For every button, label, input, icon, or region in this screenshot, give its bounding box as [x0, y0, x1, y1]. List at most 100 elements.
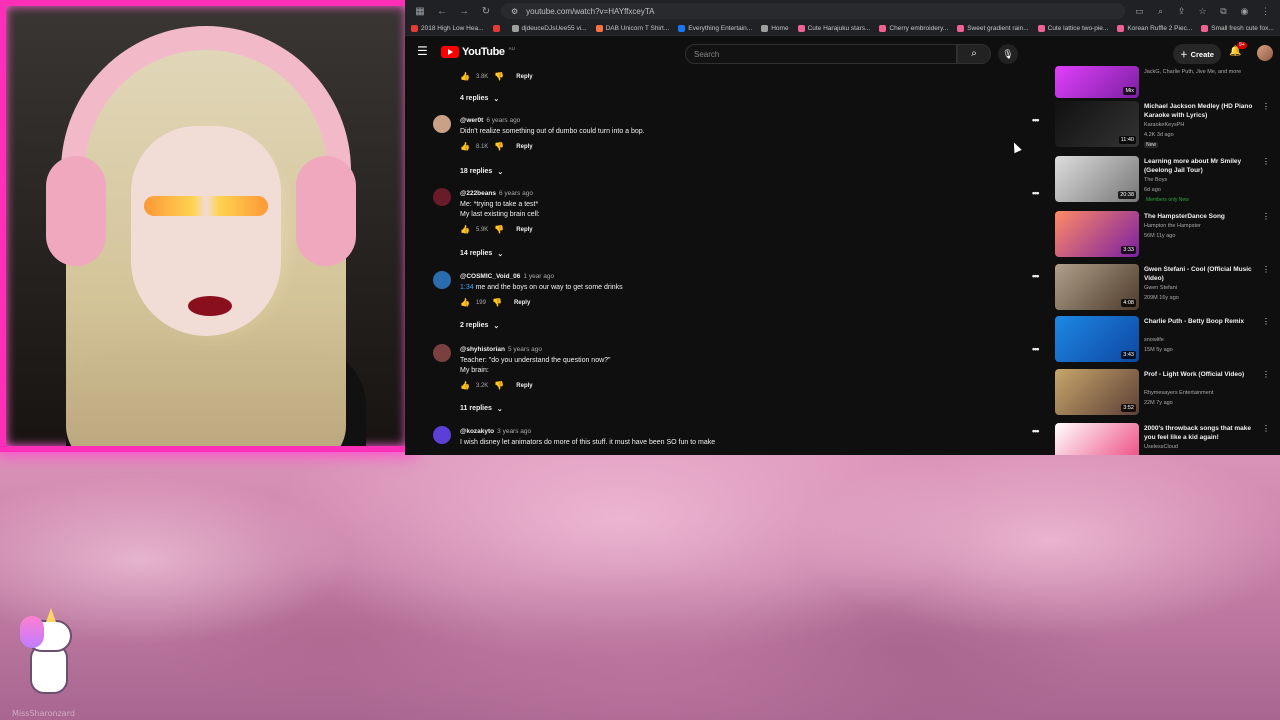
bookmark-item[interactable]: Korean Ruffle 2 Piec...: [1117, 25, 1192, 32]
extensions-icon[interactable]: ⧉: [1217, 6, 1230, 17]
browser-menu-icon[interactable]: ⋮: [1259, 6, 1272, 17]
comment-time[interactable]: 6 years ago: [486, 117, 520, 124]
thumbs-up-icon[interactable]: 👍: [460, 225, 470, 234]
bookmark-item[interactable]: Cute lattice two-pie...: [1037, 25, 1108, 32]
video-item[interactable]: 3:52 Prof - Light Work (Official Video) Rh…: [1055, 369, 1275, 417]
view-replies-button[interactable]: 18 replies ⌄: [460, 168, 503, 176]
video-more-icon[interactable]: ⋮: [1262, 265, 1270, 274]
comment-more-icon[interactable]: •••: [1032, 188, 1040, 198]
bookmark-item[interactable]: Sweet gradient rain...: [957, 25, 1029, 32]
reply-button[interactable]: Reply: [516, 74, 532, 80]
account-avatar[interactable]: [1257, 45, 1273, 61]
create-button[interactable]: ＋ Create: [1173, 44, 1221, 64]
comment-more-icon[interactable]: •••: [1032, 115, 1040, 125]
video-more-icon[interactable]: ⋮: [1262, 212, 1270, 221]
reply-button[interactable]: Reply: [516, 227, 532, 233]
comment-time[interactable]: 1 year ago: [523, 273, 554, 280]
bookmark-item[interactable]: djdeuceDJsUee55 vi...: [511, 25, 587, 32]
video-thumbnail[interactable]: [1055, 423, 1139, 455]
thumbs-down-icon[interactable]: 👎: [494, 381, 504, 390]
thumbs-up-icon[interactable]: 👍: [460, 298, 470, 307]
video-item[interactable]: 2000's throwback songs that make you fee…: [1055, 423, 1275, 455]
video-item[interactable]: 3:43 Charlie Puth - Betty Boop Remix snowl…: [1055, 316, 1275, 364]
video-thumbnail[interactable]: 3:52: [1055, 369, 1139, 415]
video-channel[interactable]: Hampton the Hampster: [1144, 223, 1201, 229]
video-thumbnail[interactable]: 20:38: [1055, 156, 1139, 202]
profile-icon[interactable]: ◉: [1238, 6, 1251, 17]
video-item[interactable]: 11:40 Michael Jackson Medley (HD Piano Ka…: [1055, 101, 1275, 149]
video-thumbnail[interactable]: 3:33: [1055, 211, 1139, 257]
reply-button[interactable]: Reply: [516, 383, 532, 389]
hamburger-menu-icon[interactable]: ☰: [417, 44, 428, 58]
bookmark-item[interactable]: Cherry embroidery...: [879, 25, 948, 32]
view-replies-button[interactable]: 14 replies ⌄: [460, 250, 503, 258]
video-title[interactable]: Michael Jackson Medley (HD Piano Karaoke…: [1144, 102, 1258, 120]
forward-icon[interactable]: →: [457, 6, 471, 17]
share-icon[interactable]: ⇪: [1175, 6, 1188, 17]
comment-time[interactable]: 6 years ago: [499, 190, 533, 197]
bookmark-item[interactable]: DAB Unicorn T Shirt...: [595, 25, 669, 32]
view-replies-button[interactable]: 4 replies ⌄: [460, 95, 499, 103]
video-thumbnail[interactable]: 4:08: [1055, 264, 1139, 310]
video-more-icon[interactable]: ⋮: [1262, 370, 1270, 379]
reply-button[interactable]: Reply: [514, 300, 530, 306]
bookmark-item[interactable]: 2018 High Low Hea...: [411, 25, 484, 32]
thumbs-up-icon[interactable]: 👍: [460, 381, 470, 390]
video-title[interactable]: 2000's throwback songs that make you fee…: [1144, 424, 1258, 442]
bookmark-item[interactable]: Small fresh cute fox...: [1201, 25, 1274, 32]
youtube-logo[interactable]: YouTube AU: [441, 46, 515, 58]
comment-avatar[interactable]: [433, 344, 451, 362]
bookmark-item[interactable]: Everything Entertain...: [678, 25, 752, 32]
back-icon[interactable]: ←: [435, 6, 449, 17]
video-channel[interactable]: snowlife: [1144, 337, 1164, 343]
comment-author[interactable]: @COSMIC_Void_06: [460, 273, 520, 280]
address-bar[interactable]: ⚙ youtube.com/watch?v=HAYffxceyTA: [501, 3, 1125, 19]
video-channel[interactable]: UselessCloud: [1144, 444, 1178, 450]
comment-avatar[interactable]: [433, 188, 451, 206]
video-title[interactable]: Charlie Puth - Betty Boop Remix: [1144, 317, 1258, 326]
view-replies-button[interactable]: 11 replies ⌄: [460, 405, 503, 413]
video-thumbnail[interactable]: Mix: [1055, 66, 1139, 98]
comment-avatar[interactable]: [433, 426, 451, 444]
thumbs-up-icon[interactable]: 👍: [460, 72, 470, 81]
reload-icon[interactable]: ↻: [479, 6, 493, 17]
video-thumbnail[interactable]: 11:40: [1055, 101, 1139, 147]
video-more-icon[interactable]: ⋮: [1262, 102, 1270, 111]
video-title[interactable]: The HampsterDance Song: [1144, 212, 1258, 221]
bookmark-star-icon[interactable]: ☆: [1196, 6, 1209, 17]
comment-timestamp-link[interactable]: 1:34: [460, 284, 474, 291]
comment-author[interactable]: @wer0t: [460, 117, 483, 124]
bookmark-item[interactable]: [492, 25, 503, 32]
video-more-icon[interactable]: ⋮: [1262, 424, 1270, 433]
video-thumbnail[interactable]: 3:43: [1055, 316, 1139, 362]
video-item[interactable]: 4:08 Gwen Stefani - Cool (Official Music …: [1055, 264, 1275, 312]
comment-more-icon[interactable]: •••: [1032, 426, 1040, 436]
comment-avatar[interactable]: [433, 271, 451, 289]
video-item[interactable]: 20:38 Learning more about Mr Smiley (Geel…: [1055, 156, 1275, 204]
video-channel[interactable]: Gwen Stefani: [1144, 285, 1177, 291]
comment-time[interactable]: 3 years ago: [497, 428, 531, 435]
thumbs-down-icon[interactable]: 👎: [494, 72, 504, 81]
video-more-icon[interactable]: ⋮: [1262, 157, 1270, 166]
comment-time[interactable]: 5 years ago: [508, 346, 542, 353]
cast-icon[interactable]: ▭: [1133, 6, 1146, 17]
comment-author[interactable]: @222beans: [460, 190, 496, 197]
tab-grid-icon[interactable]: ▦: [413, 6, 427, 17]
bookmark-item[interactable]: Cute Harajuku stars...: [797, 25, 870, 32]
comment-more-icon[interactable]: •••: [1032, 271, 1040, 281]
thumbs-down-icon[interactable]: 👎: [494, 142, 504, 151]
video-title[interactable]: Learning more about Mr Smiley (Geelong J…: [1144, 157, 1258, 175]
thumbs-down-icon[interactable]: 👎: [494, 225, 504, 234]
thumbs-up-icon[interactable]: 👍: [460, 142, 470, 151]
bookmark-item[interactable]: Home: [761, 25, 789, 32]
video-channel[interactable]: Rhymesayers Entertainment: [1144, 390, 1213, 396]
video-channel[interactable]: KaraokeKeysPH: [1144, 122, 1184, 128]
video-item[interactable]: 3:33 The HampsterDance Song Hampton the Ha…: [1055, 211, 1275, 259]
comment-author[interactable]: @kozakyto: [460, 428, 494, 435]
site-info-icon[interactable]: ⚙: [511, 7, 518, 16]
search-button[interactable]: ⌕: [957, 44, 991, 64]
comment-avatar[interactable]: [433, 115, 451, 133]
video-title[interactable]: Gwen Stefani - Cool (Official Music Vide…: [1144, 265, 1258, 283]
video-channel[interactable]: JackG, Charlie Puth, Jive Me, and more: [1144, 69, 1241, 75]
thumbs-down-icon[interactable]: 👎: [492, 298, 502, 307]
